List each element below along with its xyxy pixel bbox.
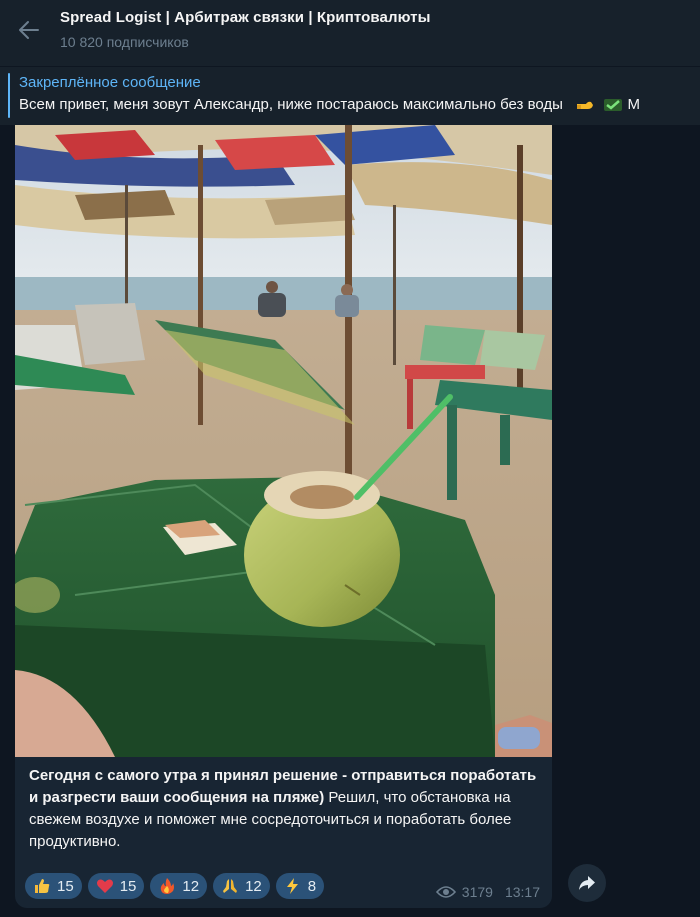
reaction-thumbs-up[interactable]: 15 — [25, 873, 82, 899]
message-meta: 3179 13:17 — [435, 884, 540, 900]
reaction-count: 12 — [245, 877, 262, 895]
message-bubble: Сегодня с самого утра я принял решение -… — [15, 125, 552, 908]
forward-button[interactable] — [568, 864, 606, 902]
thumbs-up-icon — [35, 879, 50, 893]
reaction-lightning[interactable]: 8 — [275, 873, 325, 899]
channel-header: Spread Logist | Арбитраж связки | Крипто… — [0, 0, 700, 66]
back-button[interactable] — [16, 17, 42, 43]
pray-icon — [223, 879, 238, 893]
reaction-pray[interactable]: 12 — [213, 873, 270, 899]
lightning-icon — [286, 878, 298, 894]
beach-photo — [15, 125, 552, 757]
pinned-title: Закреплённое сообщение — [19, 74, 201, 91]
fire-icon — [161, 878, 175, 894]
check-mark-icon — [604, 99, 623, 112]
pinned-text-line: Всем привет, меня зовут Александр, ниже … — [19, 96, 700, 113]
channel-title[interactable]: Spread Logist | Арбитраж связки | Крипто… — [60, 9, 431, 26]
share-arrow-icon — [579, 876, 595, 890]
pinned-text-trailing: М — [627, 96, 640, 113]
reaction-count: 8 — [307, 877, 317, 895]
view-count: 3179 — [461, 884, 493, 900]
message-time: 13:17 — [504, 884, 540, 900]
pinned-message-bar[interactable]: Закреплённое сообщение Всем привет, меня… — [0, 66, 700, 125]
reactions-row: 15 15 12 12 8 — [25, 873, 325, 899]
message-caption: Сегодня с самого утра я принял решение -… — [29, 765, 539, 853]
reaction-count: 15 — [119, 877, 137, 895]
eye-icon — [435, 886, 456, 898]
heart-icon — [96, 879, 113, 893]
arrow-left-icon — [19, 21, 39, 39]
reaction-heart[interactable]: 15 — [87, 873, 145, 899]
subscriber-count: 10 820 подписчиков — [60, 34, 189, 50]
pinned-accent-line — [8, 73, 10, 118]
hand-pointing-icon — [577, 101, 594, 110]
reaction-fire[interactable]: 12 — [150, 873, 208, 899]
pinned-text: Всем привет, меня зовут Александр, ниже … — [19, 96, 563, 113]
reaction-count: 12 — [182, 877, 200, 895]
reaction-count: 15 — [57, 877, 74, 895]
message-photo[interactable] — [15, 125, 552, 757]
